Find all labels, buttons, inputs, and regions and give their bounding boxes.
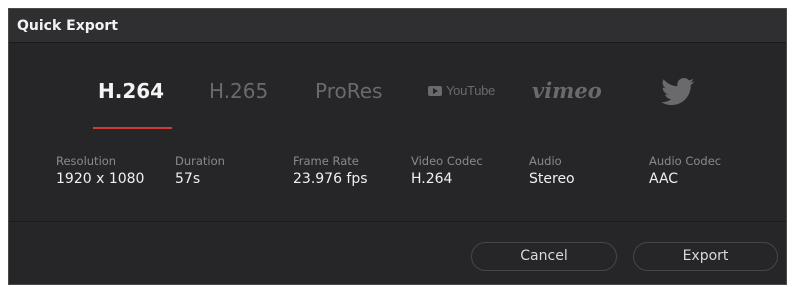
resolution-value: 1920 x 1080 (56, 171, 145, 187)
cancel-button[interactable]: Cancel (471, 242, 617, 271)
tab-h264[interactable]: H.264 (98, 77, 164, 105)
tab-vimeo[interactable]: vimeo (532, 77, 602, 105)
tab-h265-label: H.265 (209, 79, 269, 103)
video-codec-label: Video Codec (411, 154, 483, 168)
export-button[interactable]: Export (633, 242, 778, 271)
dialog-footer: Cancel Export (9, 222, 786, 284)
info-audio: Audio Stereo (529, 153, 575, 189)
frame-rate-value: 23.976 fps (293, 171, 368, 187)
tab-h265[interactable]: H.265 (209, 77, 268, 105)
frame-rate-label: Frame Rate (293, 154, 359, 168)
tab-prores[interactable]: ProRes (315, 77, 382, 105)
video-codec-value: H.264 (411, 171, 453, 187)
info-audio-codec: Audio Codec AAC (649, 153, 721, 189)
export-info-panel: Resolution 1920 x 1080 Duration 57s Fram… (9, 142, 786, 222)
tab-h264-label: H.264 (98, 79, 165, 103)
info-duration: Duration 57s (175, 153, 225, 189)
tab-prores-label: ProRes (315, 79, 383, 103)
quick-export-dialog: Quick Export H.264 H.265 ProRes YouTube … (8, 8, 787, 285)
resolution-label: Resolution (56, 154, 117, 168)
vimeo-logo-text: vimeo (532, 78, 602, 103)
active-tab-indicator (93, 127, 172, 129)
duration-label: Duration (175, 154, 225, 168)
info-resolution: Resolution 1920 x 1080 (56, 153, 144, 189)
audio-label: Audio (529, 154, 562, 168)
audio-codec-label: Audio Codec (649, 154, 722, 168)
youtube-play-icon (428, 86, 442, 96)
tab-twitter[interactable] (661, 78, 695, 106)
dialog-titlebar: Quick Export (9, 9, 786, 43)
duration-value: 57s (175, 171, 201, 187)
info-video-codec: Video Codec H.264 (411, 153, 483, 189)
twitter-bird-icon (661, 78, 695, 106)
tab-youtube[interactable]: YouTube (428, 77, 495, 105)
dialog-title: Quick Export (17, 17, 118, 34)
audio-codec-value: AAC (649, 171, 679, 187)
info-frame-rate: Frame Rate 23.976 fps (293, 153, 368, 189)
audio-value: Stereo (529, 171, 575, 187)
youtube-logo-text: YouTube (446, 83, 495, 98)
export-format-tabs: H.264 H.265 ProRes YouTube vimeo (9, 43, 786, 142)
